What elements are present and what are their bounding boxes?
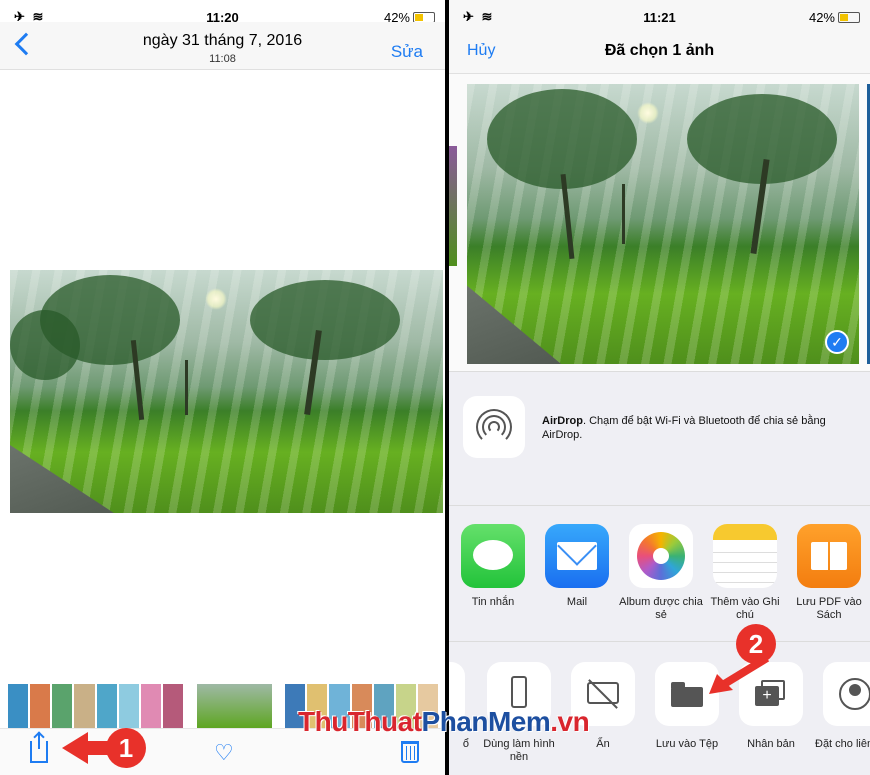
status-time: 11:21 bbox=[643, 10, 676, 25]
share-app-row: Tin nhắn Mail Album được chia sẻ Thêm và… bbox=[449, 506, 870, 642]
share-app-notes[interactable]: Thêm vào Ghi chú bbox=[703, 524, 787, 622]
action-label: Nhân bản bbox=[747, 738, 795, 750]
photo-time: 11:08 bbox=[209, 53, 236, 65]
airdrop-icon[interactable] bbox=[463, 396, 525, 458]
contact-icon bbox=[823, 662, 870, 726]
notes-icon bbox=[713, 524, 777, 588]
watermark-logo: ThuThuatPhanMem.vn bbox=[298, 706, 590, 737]
selected-checkmark-icon[interactable]: ✓ bbox=[825, 330, 849, 354]
nav-bar: Hủy Đã chọn 1 ảnh bbox=[449, 26, 870, 74]
photo-viewer-screen: ✈ ≋ 11:20 42% ngày 31 tháng 7, 2016 11:0… bbox=[0, 0, 445, 775]
action-label: Ẩn bbox=[596, 738, 610, 750]
app-label: Tin nhắn bbox=[471, 596, 515, 608]
action-label: ổ bbox=[462, 738, 469, 750]
messages-icon bbox=[461, 524, 525, 588]
selection-title: Đã chọn 1 ảnh bbox=[604, 42, 715, 59]
action-label: Lưu vào Tệp bbox=[655, 738, 719, 750]
app-label: Lưu PDF vào Sách bbox=[796, 596, 862, 621]
share-app-shared-album[interactable]: Album được chia sẻ bbox=[619, 524, 703, 622]
heart-icon[interactable]: ♡ bbox=[214, 740, 234, 766]
main-photo[interactable] bbox=[10, 270, 443, 513]
action-assign-to-contact[interactable]: Đặt cho liên hệ bbox=[813, 662, 870, 751]
nav-bar: ngày 31 tháng 7, 2016 11:08 Sửa bbox=[0, 22, 445, 70]
photo-date: ngày 31 tháng 7, 2016 bbox=[142, 32, 303, 49]
edit-button[interactable]: Sửa bbox=[391, 42, 423, 62]
selected-photo[interactable]: ✓ bbox=[467, 84, 859, 364]
mail-icon bbox=[545, 524, 609, 588]
books-icon bbox=[797, 524, 861, 588]
trash-icon[interactable] bbox=[401, 741, 419, 763]
share-app-mail[interactable]: Mail bbox=[535, 524, 619, 609]
photos-icon bbox=[629, 524, 693, 588]
annotation-arrow bbox=[62, 732, 88, 764]
share-app-books[interactable]: Lưu PDF vào Sách bbox=[787, 524, 870, 622]
app-label: Album được chia sẻ bbox=[619, 596, 703, 621]
share-sheet-screen: ✈ ≋ 11:21 42% Hủy Đã chọn 1 ảnh ✓ AirDro bbox=[449, 0, 870, 775]
app-label: Thêm vào Ghi chú bbox=[710, 596, 780, 621]
airdrop-label: AirDrop bbox=[542, 415, 583, 427]
airdrop-hint: . Chạm để bật Wi-Fi và Bluetooth để chia… bbox=[542, 415, 826, 441]
app-label: Mail bbox=[566, 596, 588, 608]
action-label: Đặt cho liên hệ bbox=[815, 738, 870, 750]
photo-preview-strip: ✓ bbox=[449, 74, 870, 371]
airdrop-description: AirDrop. Chạm để bật Wi-Fi và Bluetooth … bbox=[542, 414, 862, 442]
airdrop-section: AirDrop. Chạm để bật Wi-Fi và Bluetooth … bbox=[449, 371, 870, 506]
step-badge-2: 2 bbox=[736, 624, 776, 664]
battery-icon bbox=[838, 12, 860, 23]
action-label: Dùng làm hình nền bbox=[483, 738, 555, 763]
battery-indicator: 42% bbox=[809, 10, 860, 25]
share-app-messages[interactable]: Tin nhắn bbox=[451, 524, 535, 609]
step-badge-1: 1 bbox=[106, 728, 146, 768]
share-icon[interactable] bbox=[30, 733, 48, 763]
battery-percent: 42% bbox=[808, 10, 835, 25]
